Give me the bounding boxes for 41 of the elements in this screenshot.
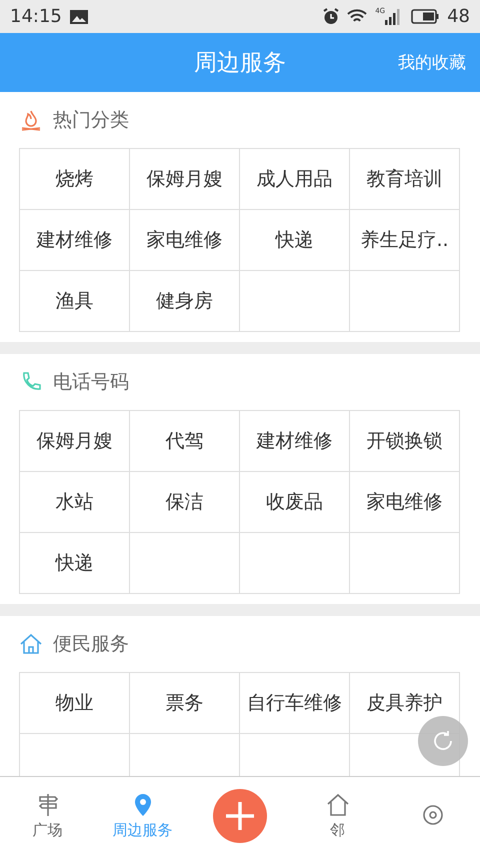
nav-label: 邻 — [330, 820, 345, 840]
service-item[interactable]: 教育培训 — [350, 149, 460, 210]
service-item[interactable]: 保姆月嫂 — [130, 149, 240, 210]
house-icon — [324, 792, 350, 818]
service-item[interactable]: 家电维修 — [350, 472, 460, 533]
service-item[interactable]: 烧烤 — [20, 149, 130, 210]
clock-time: 14:15 — [10, 6, 62, 27]
service-item[interactable]: 保洁 — [130, 472, 240, 533]
nav-label: 周边服务 — [112, 820, 172, 840]
service-item[interactable]: 养生足疗.. — [350, 210, 460, 271]
battery-icon — [411, 9, 440, 24]
page-title: 周边服务 — [194, 49, 286, 78]
service-item[interactable]: 收废品 — [240, 472, 350, 533]
section-title: 热门分类 — [53, 108, 129, 133]
service-item[interactable]: 保姆月嫂 — [20, 411, 130, 472]
image-icon — [70, 10, 88, 24]
service-item[interactable]: 快递 — [240, 210, 350, 271]
service-item[interactable]: 水站 — [20, 472, 130, 533]
plus-icon — [225, 800, 255, 830]
add-button[interactable] — [213, 788, 267, 842]
refresh-icon — [431, 729, 455, 753]
battery-percent: 48 — [447, 6, 470, 27]
service-item[interactable]: 自行车维修 — [240, 673, 350, 734]
wifi-icon — [347, 8, 368, 24]
service-item[interactable]: 建材维修 — [240, 411, 350, 472]
service-item[interactable]: 物业 — [20, 673, 130, 734]
service-item[interactable]: 票务 — [130, 673, 240, 734]
section-title: 电话号码 — [53, 370, 129, 395]
section-title: 便民服务 — [53, 632, 129, 657]
service-item[interactable]: 成人用品 — [240, 149, 350, 210]
service-item[interactable]: 代驾 — [130, 411, 240, 472]
service-item[interactable]: 建材维修 — [20, 210, 130, 271]
nav-tab[interactable]: 邻 — [290, 777, 385, 854]
service-item[interactable]: 开锁换锁 — [350, 411, 460, 472]
alarm-clock-icon — [323, 8, 340, 25]
service-item[interactable]: 健身房 — [130, 271, 240, 332]
nav-tab[interactable]: 广场 — [0, 777, 95, 854]
nav-label: 广场 — [32, 820, 62, 840]
service-item[interactable]: 渔具 — [20, 271, 130, 332]
service-item[interactable]: 家电维修 — [130, 210, 240, 271]
service-item[interactable]: 快递 — [20, 533, 130, 594]
